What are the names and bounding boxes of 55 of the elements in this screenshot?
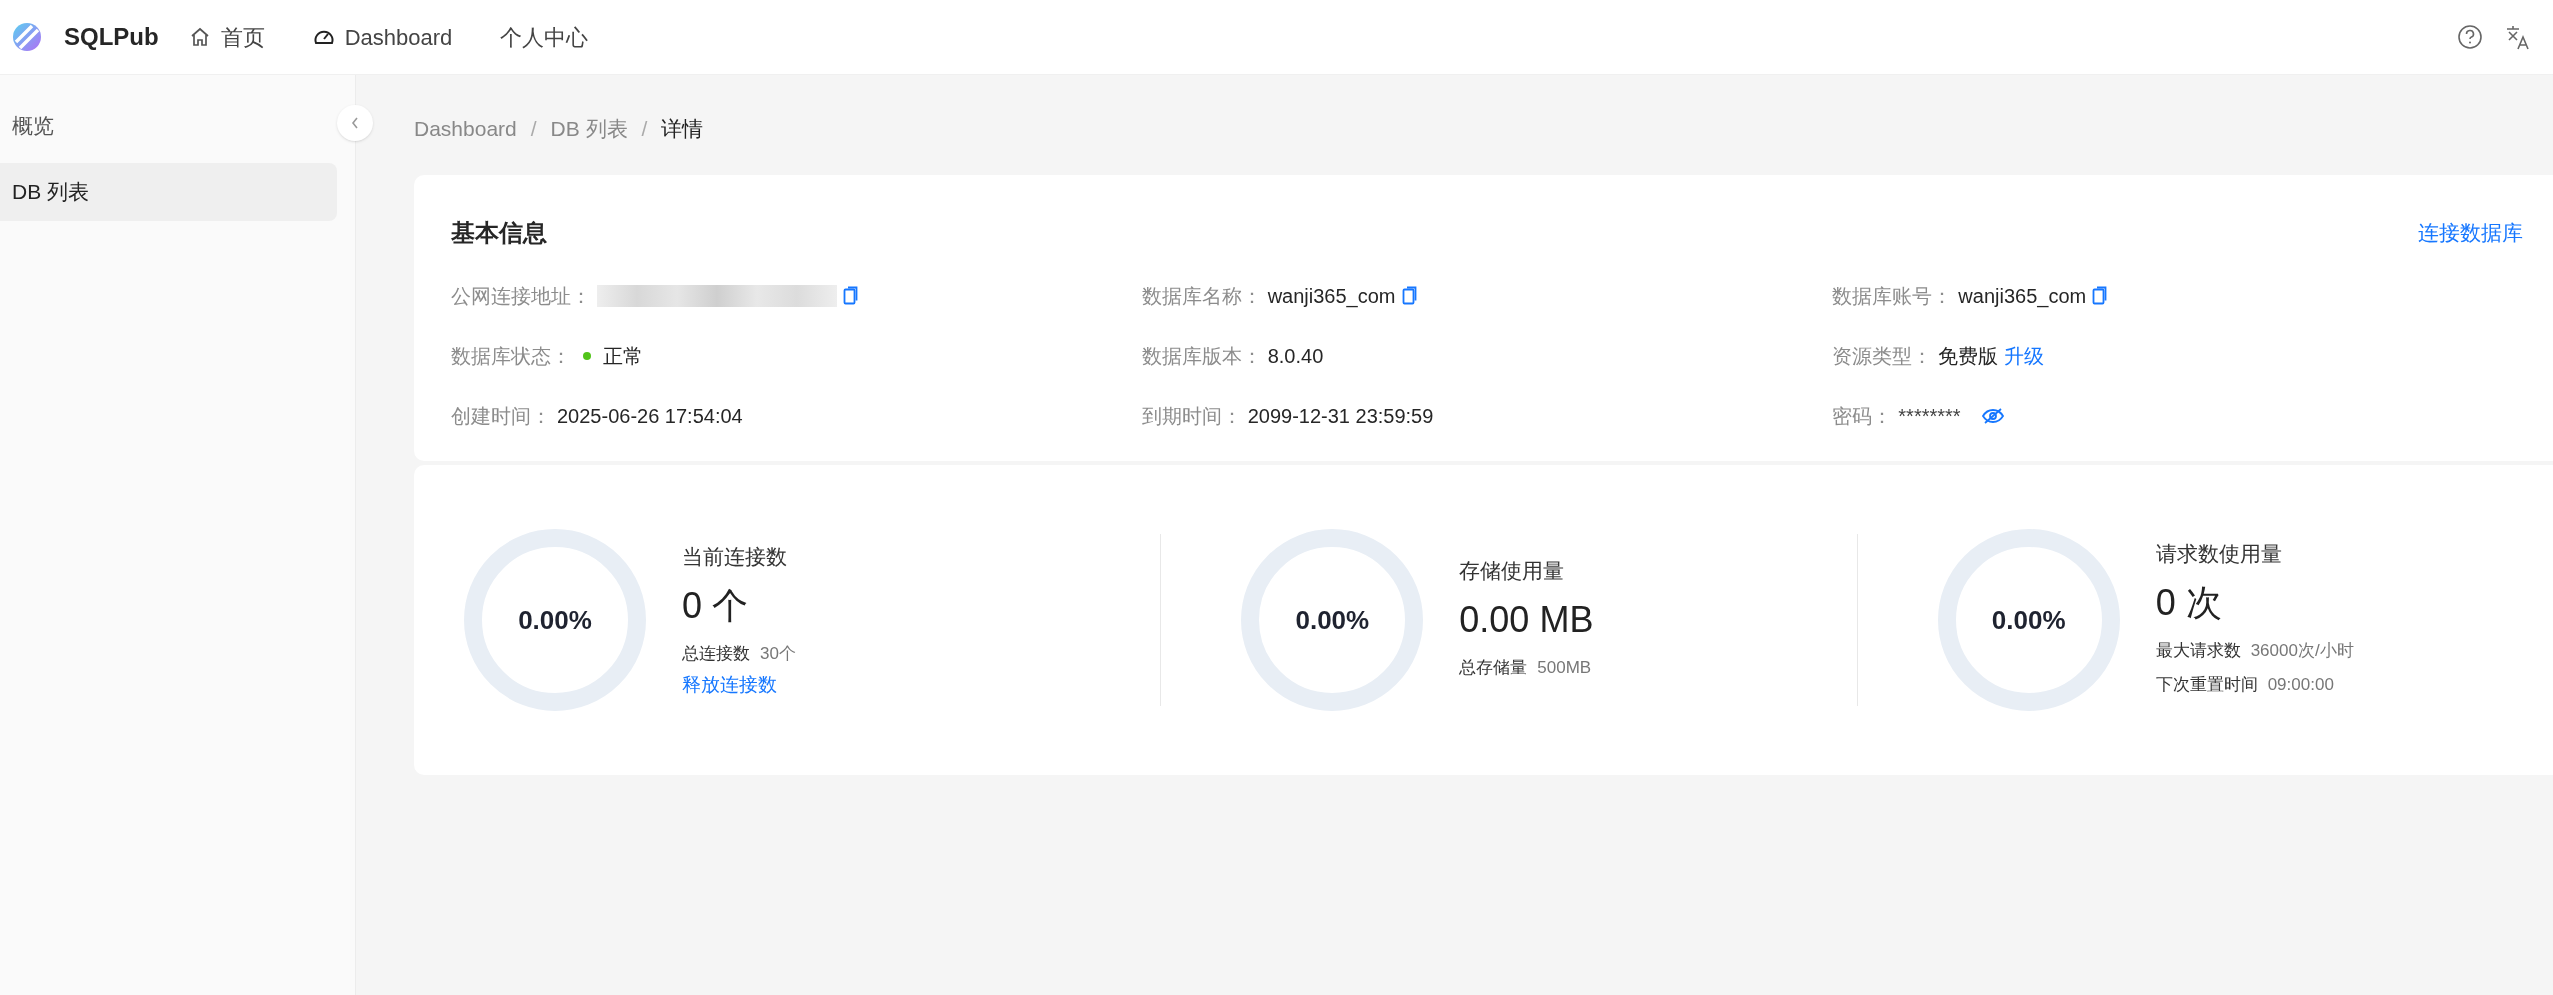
field-value: 8.0.40 [1267,344,1324,369]
field-label: 数据库版本： [1141,344,1262,369]
password-value: ******** [1898,404,1961,429]
nav-link[interactable]: 个人中心 [500,20,589,54]
sidebar-item[interactable]: 概览 [0,97,337,155]
app-name: SQLPub [64,22,159,52]
breadcrumb-separator: / [530,116,537,143]
breadcrumb-current: 详情 [661,116,704,143]
field-value: wanji365_com [1267,284,1396,310]
copy-icon[interactable] [843,286,859,306]
field-value: wanji365_com [1958,284,2087,310]
detail-value: 09:00:00 [2267,674,2334,696]
detail-value: 30个 [760,642,796,665]
detail-label: 下次重置时间 [2155,674,2258,696]
chevron-left-icon [350,116,360,130]
stat-value: 0 个 [682,583,750,628]
field-label: 数据库名称： [1141,284,1262,309]
stat-title: 请求数使用量 [2155,541,2283,568]
detail-label: 总连接数 [682,642,750,665]
stat-title: 当前连接数 [682,544,788,570]
eye-slash-icon[interactable] [1980,407,2005,425]
help-icon[interactable] [2457,24,2483,50]
field-label: 资源类型： [1832,344,1933,369]
release-connections-link[interactable]: 释放连接数 [682,670,796,699]
nav-link[interactable]: Dashboard [312,20,453,54]
field-label: 到期时间： [1141,404,1242,429]
field-label: 数据库状态： [451,344,571,369]
field-label: 创建时间： [451,404,551,429]
field-value: 2099-12-31 23:59:59 [1247,404,1434,429]
connect-database-link[interactable]: 连接数据库 [2418,217,2523,249]
detail-value: 500MB [1537,657,1592,679]
upgrade-link[interactable]: 升级 [2004,341,2045,371]
sidebar-item[interactable]: DB 列表 [0,163,337,221]
section-title: 基本信息 [451,218,547,248]
breadcrumb-separator: / [641,116,648,143]
percent-label: 0.00% [518,603,592,637]
detail-label: 总存储量 [1459,657,1528,679]
field-label: 公网连接地址： [451,284,591,309]
stat-title: 存储使用量 [1459,558,1566,585]
field-label: 数据库账号： [1832,284,1953,309]
field-value: 正常 [603,344,643,369]
stat-value: 0 次 [2155,580,2223,625]
logo-icon [12,22,42,52]
field-value: 2025-06-26 17:54:04 [557,404,743,429]
field-value: 免费版 [1938,344,1999,369]
copy-icon[interactable] [2092,286,2109,306]
percent-label: 0.00% [1295,603,1370,637]
nav-link[interactable]: 首页 [188,20,265,54]
stat-value: 0.00 MB [1459,597,1594,642]
translate-icon[interactable] [2505,24,2531,50]
percent-label: 0.00% [1991,603,2066,637]
copy-icon[interactable] [1401,286,1418,306]
detail-label: 最大请求数 [2155,640,2241,662]
detail-value: 36000次/小时 [2250,640,2354,662]
field-label: 密码： [1832,404,1893,429]
